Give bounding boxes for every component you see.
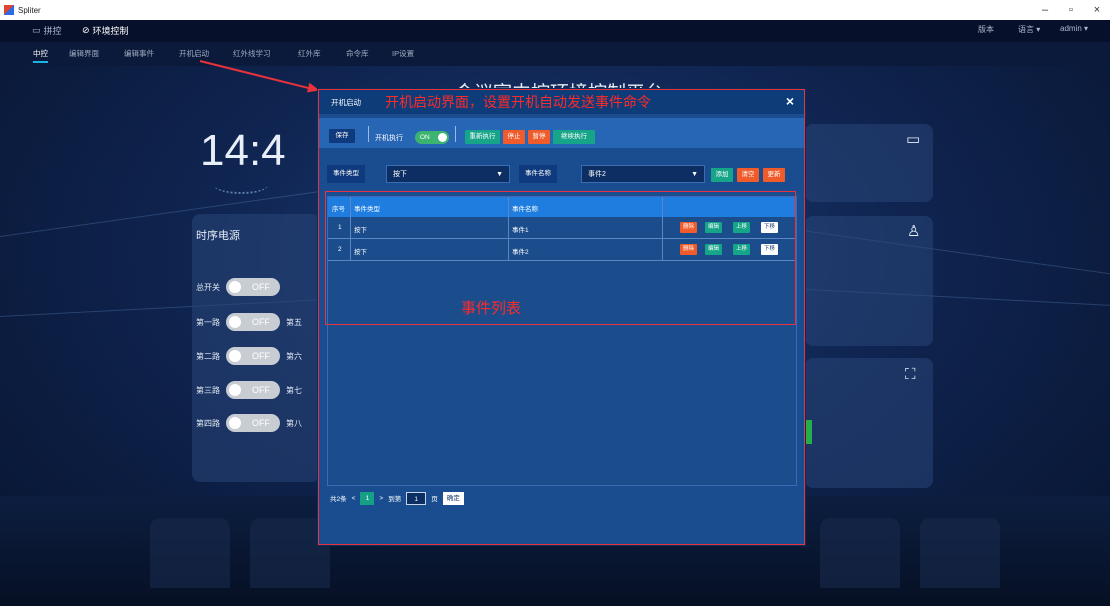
power-row-4: 第四路 OFF 第八 — [196, 414, 302, 432]
subnav-item-boot-start[interactable]: 开机启动 — [179, 48, 209, 59]
dialog-header: 开机启动 开机启动界面，设置开机自动发送事件命令 × — [319, 90, 804, 114]
maximize-button[interactable]: ▫ — [1058, 0, 1084, 20]
subnav-item-command-library[interactable]: 命令库 — [346, 48, 369, 59]
event-name-label: 事件名称 — [519, 165, 557, 183]
version-link[interactable]: 版本 — [978, 24, 994, 35]
clear-button[interactable]: 清空 — [737, 168, 759, 182]
close-icon[interactable]: × — [786, 93, 794, 109]
subnav-item-edit-event[interactable]: 编辑事件 — [124, 48, 154, 59]
subnav-item-ir-learn[interactable]: 红外线学习 — [233, 48, 271, 59]
page-button[interactable]: 1 — [360, 491, 375, 505]
lamp-icon[interactable]: ♙ — [907, 222, 920, 240]
power-label-8: 第八 — [286, 418, 302, 428]
next-page-button[interactable]: > — [379, 495, 383, 502]
table-annotation-box — [325, 191, 796, 325]
power-row-master: 总开关 OFF — [196, 278, 280, 296]
sub-navbar: 中控 编辑界面 编辑事件 开机启动 红外线学习 红外库 命令库 IP设置 — [0, 42, 1110, 66]
power-label: 总开关 — [196, 282, 220, 292]
tab-label: 拼控 — [43, 26, 62, 36]
power-row-1: 第一路 OFF 第五 — [196, 313, 302, 331]
event-type-label: 事件类型 — [327, 165, 365, 183]
power-toggle-1[interactable]: OFF — [226, 313, 280, 331]
language-dropdown[interactable]: 语言 ▾ — [1018, 24, 1040, 35]
power-toggle-4[interactable]: OFF — [226, 414, 280, 432]
tab-splice-control[interactable]: ▭ 拼控 — [32, 24, 62, 37]
chair — [150, 518, 230, 588]
power-label: 第四路 — [196, 418, 220, 428]
top-navbar: ▭ 拼控 ⊘ 环境控制 版本 语言 ▾ admin ▾ — [0, 20, 1110, 42]
boot-start-dialog: 开机启动 开机启动界面，设置开机自动发送事件命令 × 保存 开机执行 ON 重新… — [318, 89, 805, 545]
projector-icon[interactable]: ▭ — [906, 130, 920, 148]
total-count: 共2条 — [330, 496, 347, 503]
dialog-title: 开机启动 — [331, 98, 361, 107]
clock-display: 14:4 — [200, 126, 286, 175]
event-type-value: 按下 — [393, 171, 407, 178]
app-logo-icon — [4, 5, 14, 15]
chevron-down-icon: ▼ — [691, 171, 698, 178]
gauge-icon: ⊘ — [82, 25, 90, 35]
page-unit-label: 页 — [431, 496, 438, 503]
clock-decoration — [214, 176, 268, 194]
chevron-down-icon: ▼ — [496, 171, 503, 178]
chair — [920, 518, 1000, 588]
subnav-item-center-control[interactable]: 中控 — [33, 48, 48, 63]
prev-page-button[interactable]: < — [352, 495, 356, 502]
power-label-6: 第六 — [286, 351, 302, 361]
divider — [455, 126, 456, 142]
power-row-2: 第二路 OFF 第六 — [196, 347, 302, 365]
tab-environment-control[interactable]: ⊘ 环境控制 — [82, 24, 129, 37]
boot-exec-label: 开机执行 — [375, 135, 403, 142]
master-power-toggle[interactable]: OFF — [226, 278, 280, 296]
tab-label: 环境控制 — [92, 26, 129, 36]
power-label: 第三路 — [196, 385, 220, 395]
power-row-3: 第三路 OFF 第七 — [196, 381, 302, 399]
save-button[interactable]: 保存 — [329, 129, 355, 143]
goto-page-input[interactable]: 1 — [406, 491, 427, 505]
pause-button[interactable]: 暂停 — [528, 130, 550, 144]
minimize-button[interactable]: – — [1032, 0, 1058, 20]
close-window-button[interactable]: × — [1084, 0, 1110, 20]
boot-exec-toggle[interactable]: ON — [415, 131, 449, 144]
chair — [820, 518, 900, 588]
resume-button[interactable]: 继续执行 — [553, 130, 595, 144]
power-label: 第一路 — [196, 317, 220, 327]
power-label-7: 第七 — [286, 385, 302, 395]
dialog-annotation: 开机启动界面，设置开机自动发送事件命令 — [385, 94, 651, 110]
subnav-item-edit-interface[interactable]: 编辑界面 — [69, 48, 99, 59]
power-label-5: 第五 — [286, 317, 302, 327]
subnav-item-ip-settings[interactable]: IP设置 — [392, 48, 414, 59]
monitor-icon: ▭ — [32, 25, 41, 35]
update-button[interactable]: 更新 — [763, 168, 785, 182]
user-dropdown[interactable]: admin ▾ — [1060, 24, 1088, 33]
add-button[interactable]: 添加 — [711, 168, 733, 182]
goto-label: 到第 — [388, 496, 402, 503]
power-panel-title: 时序电源 — [196, 230, 240, 242]
pagination: 共2条 < 1 > 到第 1 页 确定 — [327, 488, 797, 508]
event-list-annotation: 事件列表 — [461, 300, 522, 317]
divider — [368, 126, 369, 142]
window-controls: – ▫ × — [1032, 0, 1110, 20]
event-name-value: 事件2 — [588, 171, 606, 178]
subnav-item-ir-library[interactable]: 红外库 — [298, 48, 321, 59]
window-titlebar: Spliter – ▫ × — [0, 0, 1110, 20]
curtain-icon[interactable]: ⛶ — [905, 366, 916, 383]
confirm-button[interactable]: 确定 — [442, 491, 464, 505]
window-title: Spliter — [18, 5, 41, 15]
event-type-select[interactable]: 按下 ▼ — [386, 165, 510, 183]
event-name-select[interactable]: 事件2 ▼ — [581, 165, 705, 183]
status-indicator — [806, 420, 812, 444]
reexecute-button[interactable]: 重新执行 — [465, 130, 500, 144]
stop-button[interactable]: 停止 — [503, 130, 525, 144]
power-toggle-3[interactable]: OFF — [226, 381, 280, 399]
power-label: 第二路 — [196, 351, 220, 361]
power-toggle-2[interactable]: OFF — [226, 347, 280, 365]
